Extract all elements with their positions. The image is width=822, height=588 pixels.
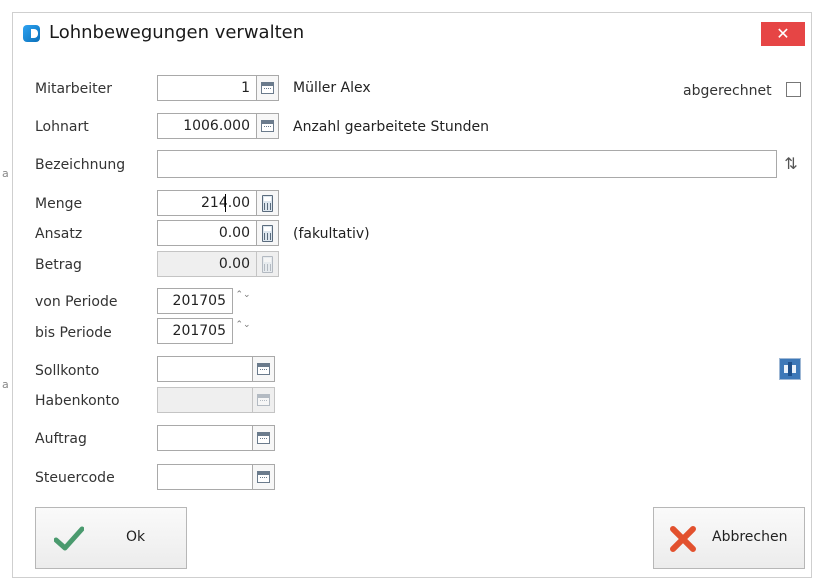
auftrag-lookup-button[interactable]: [253, 425, 275, 451]
lohnart-label: Lohnart: [35, 119, 89, 135]
sollkonto-lookup-button[interactable]: [253, 356, 275, 382]
calendar-icon: [257, 363, 270, 375]
ok-button-label: Ok: [126, 529, 146, 545]
account-lookup-icon[interactable]: [779, 358, 801, 380]
lohnart-description: Anzahl gearbeitete Stunden: [293, 119, 489, 135]
steuercode-label: Steuercode: [35, 470, 115, 486]
menge-input[interactable]: 214.00: [157, 190, 257, 216]
calculator-icon: [262, 195, 273, 212]
title-bar[interactable]: Lohnbewegungen verwalten ✕: [13, 13, 811, 55]
mitarbeiter-name: Müller Alex: [293, 80, 371, 96]
bis-periode-spinner[interactable]: ⌃⌄: [233, 318, 253, 344]
app-icon: [23, 25, 40, 42]
abgerechnet-checkbox[interactable]: [786, 82, 801, 97]
ansatz-hint: (fakultativ): [293, 226, 370, 242]
mitarbeiter-label: Mitarbeiter: [35, 81, 113, 97]
sollkonto-label: Sollkonto: [35, 363, 100, 379]
ansatz-calculator-button[interactable]: [257, 220, 279, 246]
window-title: Lohnbewegungen verwalten: [49, 22, 305, 43]
mitarbeiter-input[interactable]: 1: [157, 75, 257, 101]
habenkonto-label: Habenkonto: [35, 393, 120, 409]
ansatz-input[interactable]: 0.00: [157, 220, 257, 246]
menge-calculator-button[interactable]: [257, 190, 279, 216]
steuercode-lookup-button[interactable]: [253, 464, 275, 490]
menge-label: Menge: [35, 196, 83, 212]
ok-button[interactable]: Ok: [35, 507, 187, 569]
calendar-icon: [257, 432, 270, 444]
background-window-edge: a a: [0, 0, 12, 588]
checkmark-icon: [54, 526, 84, 551]
von-periode-input[interactable]: 201705: [157, 288, 233, 314]
abgerechnet-label: abgerechnet: [683, 83, 772, 99]
ansatz-label: Ansatz: [35, 226, 83, 242]
edge-mark: a: [2, 378, 9, 391]
text-cursor: [225, 194, 226, 212]
habenkonto-input: [157, 387, 253, 413]
betrag-label: Betrag: [35, 257, 82, 273]
betrag-calculator-button: [257, 251, 279, 277]
calculator-icon: [262, 225, 273, 242]
calendar-icon: [261, 120, 274, 132]
auftrag-label: Auftrag: [35, 431, 87, 447]
habenkonto-lookup-button: [253, 387, 275, 413]
cancel-button-label: Abbrechen: [712, 529, 788, 545]
calendar-icon: [261, 82, 274, 94]
mitarbeiter-lookup-button[interactable]: [257, 75, 279, 101]
sort-icon[interactable]: ⇅: [779, 150, 803, 178]
auftrag-input[interactable]: [157, 425, 253, 451]
cancel-button[interactable]: Abbrechen: [653, 507, 805, 569]
close-button[interactable]: ✕: [761, 22, 805, 46]
dialog-window: Lohnbewegungen verwalten ✕ Mitarbeiter 1…: [12, 12, 812, 578]
von-periode-label: von Periode: [35, 294, 118, 310]
lohnart-lookup-button[interactable]: [257, 113, 279, 139]
von-periode-spinner[interactable]: ⌃⌄: [233, 288, 253, 314]
sollkonto-input[interactable]: [157, 356, 253, 382]
calendar-icon: [257, 394, 270, 406]
bis-periode-label: bis Periode: [35, 325, 112, 341]
bezeichnung-label: Bezeichnung: [35, 157, 126, 173]
calculator-icon: [262, 256, 273, 273]
bis-periode-input[interactable]: 201705: [157, 318, 233, 344]
bezeichnung-input[interactable]: [157, 150, 777, 178]
steuercode-input[interactable]: [157, 464, 253, 490]
calendar-icon: [257, 471, 270, 483]
edge-mark: a: [2, 167, 9, 180]
lohnart-input[interactable]: 1006.000: [157, 113, 257, 139]
betrag-input: 0.00: [157, 251, 257, 277]
x-icon: [670, 526, 696, 552]
